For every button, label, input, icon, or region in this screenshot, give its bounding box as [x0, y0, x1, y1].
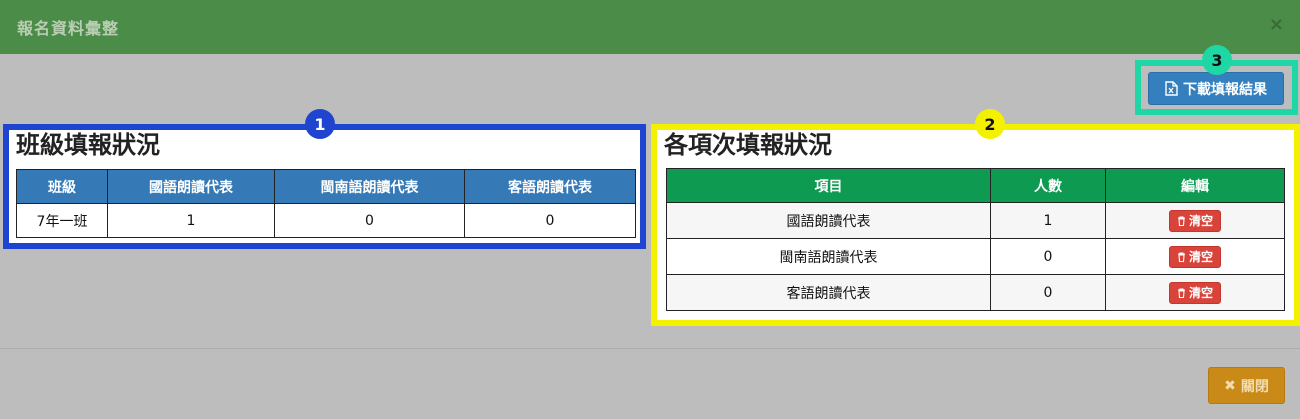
highlight-box-1	[3, 124, 646, 249]
annotation-badge-1: 1	[305, 109, 335, 139]
annotation-badge-2: 2	[975, 109, 1005, 139]
dialog-title: 報名資料彙整	[17, 19, 120, 38]
close-dialog-label: 關閉	[1240, 378, 1269, 395]
close-icon: ✖	[1224, 377, 1236, 394]
annotation-badge-3: 3	[1202, 45, 1232, 75]
dialog-header: 報名資料彙整 ×	[0, 0, 1300, 54]
highlight-box-2	[651, 124, 1300, 326]
close-icon[interactable]: ×	[1269, 13, 1284, 37]
footer-divider	[0, 348, 1300, 349]
close-dialog-button[interactable]: ✖ 關閉	[1208, 367, 1285, 404]
